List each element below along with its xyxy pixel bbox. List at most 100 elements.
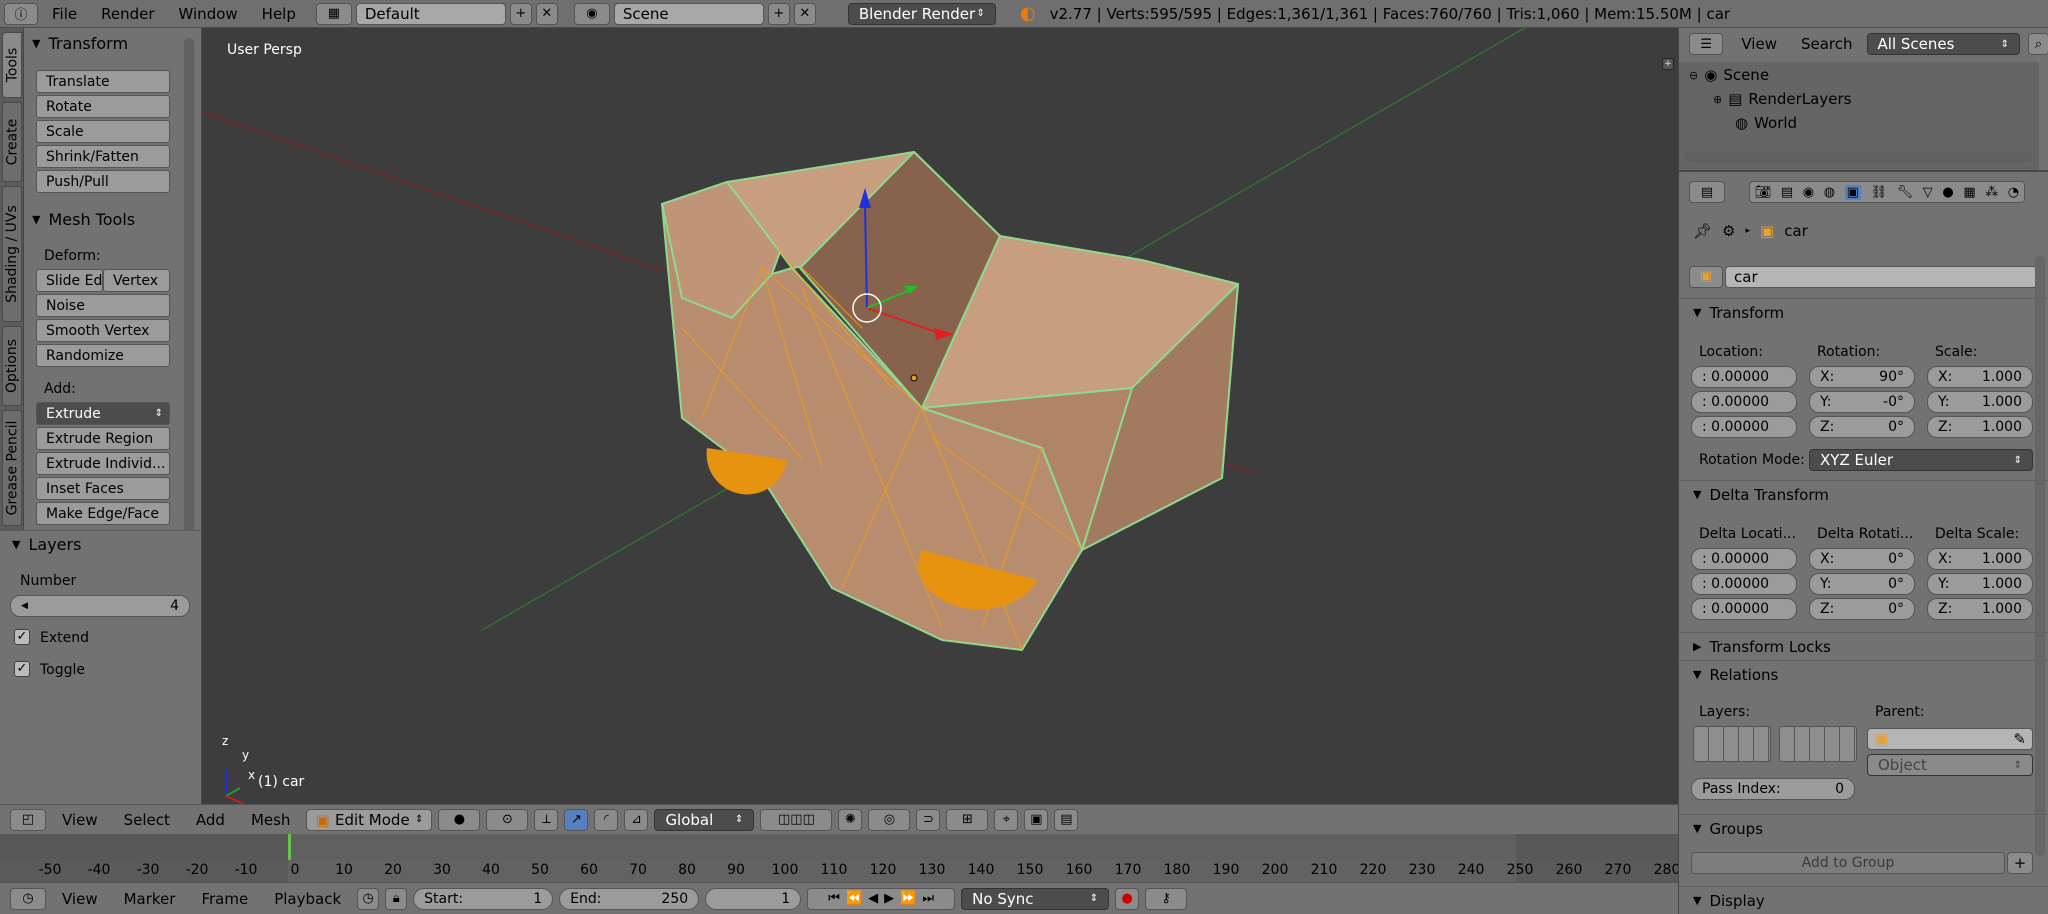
scale-button[interactable]: Scale xyxy=(36,120,170,143)
current-frame-field[interactable]: 1 xyxy=(705,887,802,910)
scale-z-field[interactable]: Z: 1.000 xyxy=(1927,416,2033,438)
parent-field[interactable]: ▣ ✎ xyxy=(1867,728,2033,750)
menu-view[interactable]: View xyxy=(52,811,108,829)
outliner-menu-view[interactable]: View xyxy=(1731,35,1787,53)
translate-button[interactable]: Translate xyxy=(36,70,170,93)
menu-file[interactable]: File xyxy=(42,5,87,23)
editor-type-outliner-button[interactable]: ☰ xyxy=(1689,33,1724,55)
inset-faces-button[interactable]: Inset Faces xyxy=(36,477,170,500)
playback-controls[interactable]: ⏮ ⏪ ◀ ▶ ⏩ ⏭ xyxy=(807,887,956,910)
add-layout-button[interactable]: + xyxy=(509,2,532,25)
outliner-item-world[interactable]: ◍ World xyxy=(1735,114,1797,132)
tab-create[interactable]: Create xyxy=(2,102,22,182)
outliner-search-button[interactable]: ⌕ xyxy=(2027,33,2048,55)
layers-panel-header[interactable]: ▼ Layers xyxy=(4,531,184,557)
rotation-x-field[interactable]: X: 90° xyxy=(1809,366,1915,388)
lock-range-toggle[interactable]: 🔒︎ xyxy=(385,887,408,910)
preview-range-toggle[interactable]: ◷ xyxy=(357,887,380,910)
rotation-mode-select[interactable]: XYZ Euler ⇕ xyxy=(1809,449,2033,471)
delta-location-z-field[interactable]: : 0.00000 xyxy=(1691,598,1797,620)
snap-element-select[interactable]: ⊞ xyxy=(946,808,989,831)
3d-viewport[interactable]: User Persp z y x (1) car + xyxy=(202,28,1678,804)
keying-set-select[interactable]: ⚷ xyxy=(1145,887,1188,910)
eyedropper-icon[interactable]: ✎ xyxy=(2013,730,2026,748)
delta-location-x-field[interactable]: : 0.00000 xyxy=(1691,548,1797,570)
viewport-shading-select[interactable]: ● xyxy=(438,808,481,831)
transform-panel-header[interactable]: ▼ Transform xyxy=(24,30,184,56)
add-to-group-button[interactable]: Add to Group xyxy=(1691,852,2005,874)
delta-scale-x-field[interactable]: X: 1.000 xyxy=(1927,548,2033,570)
extrude-region-button[interactable]: Extrude Region xyxy=(36,427,170,450)
scene-field[interactable]: Scene xyxy=(613,2,764,25)
proportional-edit-select[interactable]: ◎ xyxy=(868,808,911,831)
rotate-button[interactable]: Rotate xyxy=(36,95,170,118)
properties-scrollbar[interactable] xyxy=(2035,256,2045,856)
editor-type-timeline-button[interactable]: ◷ xyxy=(10,887,46,910)
menu-mesh[interactable]: Mesh xyxy=(241,811,301,829)
menu-help[interactable]: Help xyxy=(252,5,306,23)
occlude-geometry-toggle[interactable]: ✺ xyxy=(838,808,863,831)
remove-scene-button[interactable]: ✕ xyxy=(793,2,816,25)
pass-index-field[interactable]: Pass Index: 0 xyxy=(1691,778,1855,800)
location-x-field[interactable]: : 0.00000 xyxy=(1691,366,1797,388)
properties-context-tabs[interactable]: 📷︎ ▤ ◉ ◍ ▣ ⛓ 🔧︎ ▽ ● ▦ ⁂ ◔ xyxy=(1749,181,2025,203)
scale-x-field[interactable]: X: 1.000 xyxy=(1927,366,2033,388)
editor-type-info-button[interactable]: ⓘ xyxy=(4,2,38,25)
delta-rotation-z-field[interactable]: Z: 0° xyxy=(1809,598,1915,620)
select-mode-buttons[interactable]: ◫◫◫ xyxy=(760,808,833,831)
record-button[interactable]: ● xyxy=(1115,887,1140,910)
start-frame-field[interactable]: Start: 1 xyxy=(413,887,554,910)
new-group-button[interactable]: + xyxy=(2007,852,2033,874)
extrude-individual-button[interactable]: Extrude Individ... xyxy=(36,452,170,475)
slide-vertex-button[interactable]: Vertex xyxy=(103,269,170,292)
groups-section-header[interactable]: ▼ Groups xyxy=(1679,814,2048,842)
randomize-button[interactable]: Randomize xyxy=(36,344,170,367)
extrude-select[interactable]: Extrude ⇕ xyxy=(36,402,170,425)
outliner-item-renderlayers[interactable]: ⊕ ▤ RenderLayers xyxy=(1713,90,1851,108)
scene-browse-button[interactable]: ◉ xyxy=(573,2,610,25)
editor-type-3d-button[interactable]: ◰ xyxy=(10,808,46,831)
rotate-manipulator-toggle[interactable]: ◜ xyxy=(594,808,619,831)
screen-layout-field[interactable]: Default xyxy=(355,2,506,25)
sync-mode-select[interactable]: No Sync ⇕ xyxy=(961,887,1110,910)
object-name-field[interactable]: car xyxy=(1725,266,2037,288)
relations-section-header[interactable]: ▼ Relations xyxy=(1679,660,2048,688)
remove-layout-button[interactable]: ✕ xyxy=(535,2,558,25)
rotation-y-field[interactable]: Y: -0° xyxy=(1809,391,1915,413)
pivot-point-select[interactable]: ⊙ xyxy=(486,808,529,831)
snap-target-button[interactable]: ⌖ xyxy=(994,808,1019,831)
timeline-area[interactable]: -50 -40 -30 -20 -10 0 10 20 30 40 50 60 70 80 90 100 110… xyxy=(0,834,1680,882)
tab-shading-uvs[interactable]: Shading / UVs xyxy=(2,186,22,322)
location-y-field[interactable]: : 0.00000 xyxy=(1691,391,1797,413)
object-browse-button[interactable]: ▣ xyxy=(1689,266,1723,288)
noise-button[interactable]: Noise xyxy=(36,294,170,317)
menu-add[interactable]: Add xyxy=(186,811,235,829)
slide-edge-button[interactable]: Slide Ed xyxy=(36,269,103,292)
display-section-header[interactable]: ▼ Display xyxy=(1679,886,2048,914)
tab-grease-pencil[interactable]: Grease Pencil xyxy=(2,410,22,526)
smooth-vertex-button[interactable]: Smooth Vertex xyxy=(36,319,170,342)
outliner-display-select[interactable]: All Scenes ⇕ xyxy=(1866,33,2020,55)
layer-buttons-left[interactable] xyxy=(1693,726,1771,762)
pin-icon[interactable]: 📌︎ xyxy=(1693,222,1712,240)
rotation-z-field[interactable]: Z: 0° xyxy=(1809,416,1915,438)
layer-buttons-right[interactable] xyxy=(1779,726,1857,762)
outliner-hscrollbar[interactable] xyxy=(1685,152,2033,162)
outliner-menu-search[interactable]: Search xyxy=(1795,35,1859,53)
delta-scale-y-field[interactable]: Y: 1.000 xyxy=(1927,573,2033,595)
transform-orientation-select[interactable]: Global ⇕ xyxy=(654,808,755,831)
render-opengl-button[interactable]: ▣ xyxy=(1024,808,1049,831)
layer-number-field[interactable]: ◀ 4 xyxy=(10,595,190,617)
parent-type-select[interactable]: Object ⇕ xyxy=(1867,754,2033,776)
screen-layout-browse-button[interactable]: ▦ xyxy=(315,2,352,25)
transform-locks-section-header[interactable]: ▶ Transform Locks xyxy=(1679,632,2048,660)
delta-scale-z-field[interactable]: Z: 1.000 xyxy=(1927,598,2033,620)
menu-playback[interactable]: Playback xyxy=(264,890,351,908)
render-engine-select[interactable]: Blender Render ⇕ xyxy=(847,2,996,25)
scale-y-field[interactable]: Y: 1.000 xyxy=(1927,391,2033,413)
manipulator-toggle[interactable]: ⟂ xyxy=(534,808,559,831)
render-animation-button[interactable]: ▤ xyxy=(1054,808,1079,831)
delta-location-y-field[interactable]: : 0.00000 xyxy=(1691,573,1797,595)
location-z-field[interactable]: : 0.00000 xyxy=(1691,416,1797,438)
delta-rotation-x-field[interactable]: X: 0° xyxy=(1809,548,1915,570)
